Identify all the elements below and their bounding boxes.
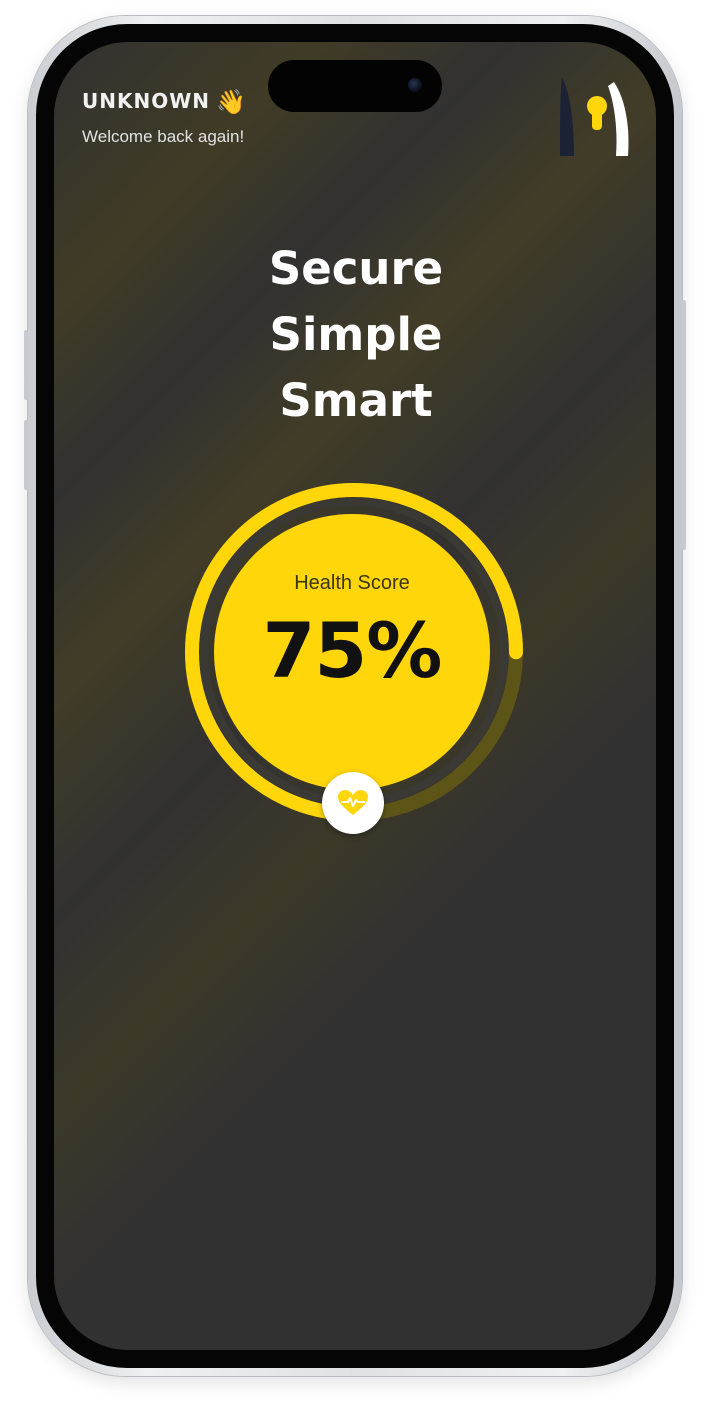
tagline-line: Simple xyxy=(269,308,443,361)
health-details-button[interactable] xyxy=(322,772,384,834)
volume-button xyxy=(24,420,28,490)
welcome-message: Welcome back again! xyxy=(82,127,245,146)
side-button xyxy=(682,300,686,550)
heartbeat-icon xyxy=(338,790,368,815)
health-score-label: Health Score xyxy=(294,572,410,594)
volume-button xyxy=(24,330,28,400)
tagline-line: Secure xyxy=(268,242,444,295)
front-camera-icon xyxy=(408,78,422,92)
user-greeting: UNKNOWN 👋 xyxy=(82,88,247,116)
waving-hand-icon: 👋 xyxy=(216,88,247,116)
device-mockup: UNKNOWN 👋 Welcome back again! Secure Simp… xyxy=(0,0,712,1402)
tagline: Secure Simple Smart xyxy=(56,236,656,434)
user-name: UNKNOWN xyxy=(82,89,211,113)
keyhole-logo-icon[interactable] xyxy=(556,72,632,158)
health-score-value: 75% xyxy=(262,606,443,695)
dynamic-island xyxy=(268,60,442,112)
tagline-line: Smart xyxy=(279,374,433,427)
